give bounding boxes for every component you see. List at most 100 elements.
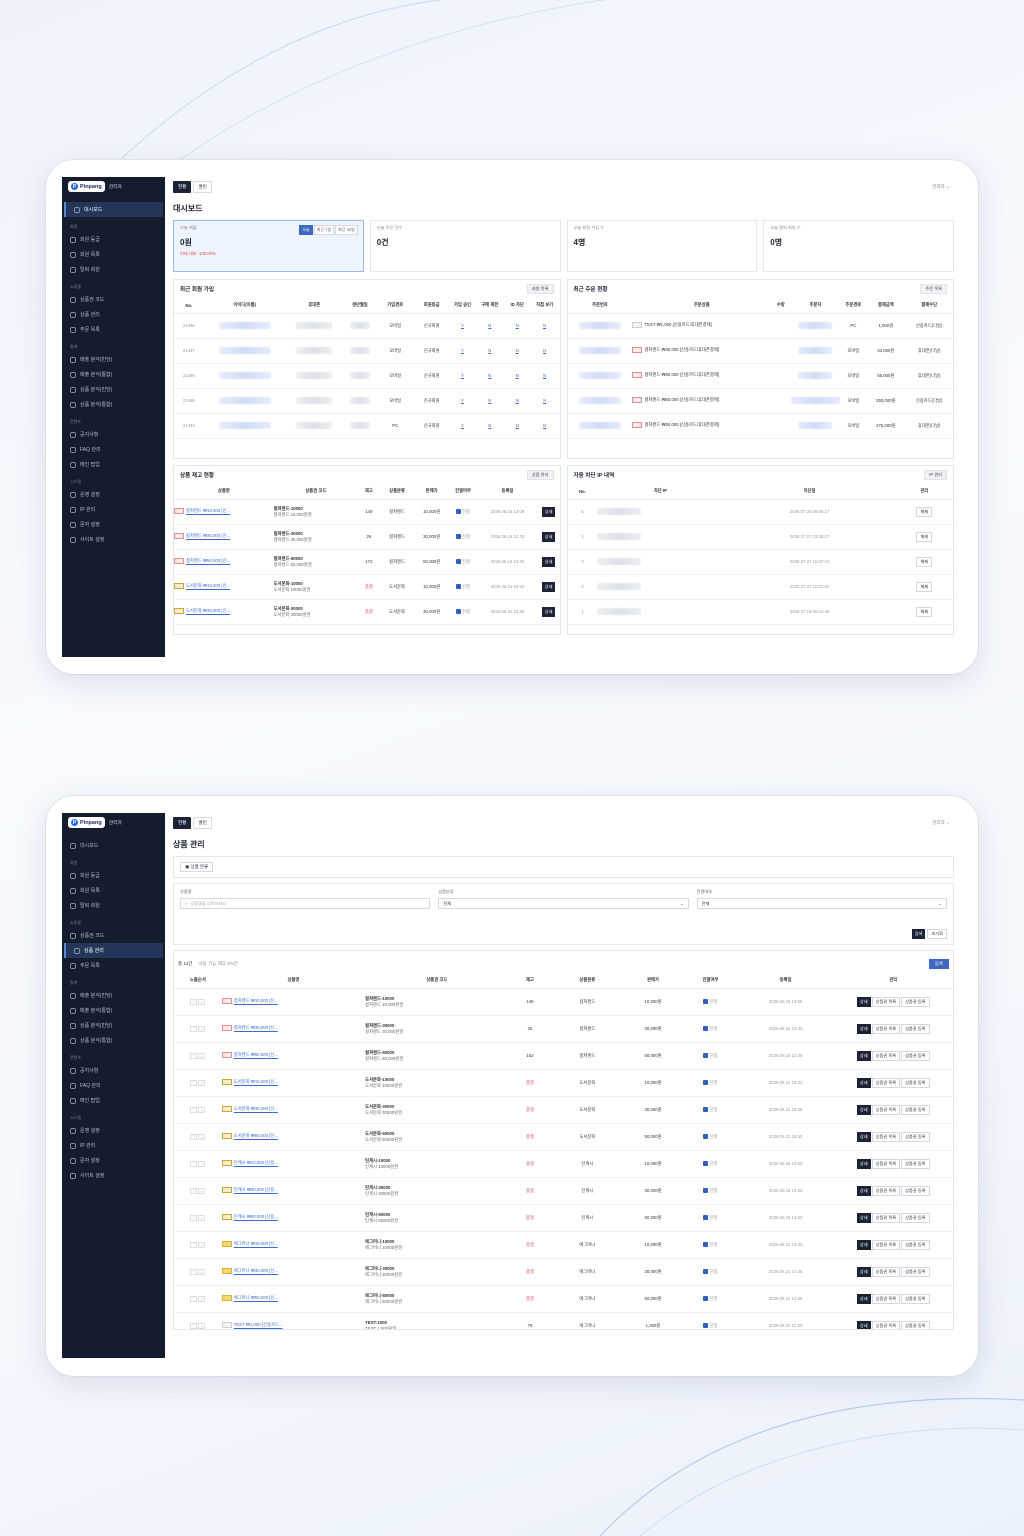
sidebar-item[interactable]: 운영 설정: [62, 487, 165, 502]
member-flag-link[interactable]: N: [475, 388, 505, 414]
sidebar-item[interactable]: FAQ 관리: [62, 442, 165, 457]
table-row[interactable]: 21494 PC 신규회원 Y N N N: [174, 413, 560, 439]
move-down-button[interactable]: ⌄: [198, 1025, 206, 1032]
unblock-button[interactable]: 해제: [916, 556, 933, 567]
checkbox-icon[interactable]: [703, 1052, 709, 1058]
product-link[interactable]: TEST ₩1,000 [신용카드...: [234, 1323, 283, 1328]
move-down-button[interactable]: ⌄: [198, 1322, 206, 1329]
move-down-button[interactable]: ⌄: [198, 1268, 206, 1275]
checkbox-icon[interactable]: [703, 1106, 709, 1112]
voucher-register-button[interactable]: 상품권 등록: [901, 1131, 930, 1142]
move-up-button[interactable]: ⌃: [190, 1025, 198, 1032]
move-down-button[interactable]: ⌄: [198, 1187, 206, 1194]
display-select[interactable]: 전체 ⌄: [696, 898, 947, 909]
detail-button[interactable]: 상세: [856, 1185, 871, 1196]
voucher-list-button[interactable]: 상품권 목록: [871, 1104, 901, 1115]
product-link[interactable]: 컬쳐랜드 ₩30,000 [신...: [186, 534, 230, 539]
voucher-list-button[interactable]: 상품권 목록: [871, 1185, 901, 1196]
tab-status[interactable]: 현황: [173, 181, 192, 193]
table-row[interactable]: 컬쳐랜드 ₩10,000 [신... 컬쳐랜드-10000 컬쳐랜드 10,000원…: [174, 499, 560, 525]
checkbox-icon[interactable]: [703, 1025, 709, 1031]
sidebar-item[interactable]: 회원 목록: [62, 883, 165, 898]
sidebar-item[interactable]: 매출 분석(통합): [62, 1003, 165, 1018]
product-manage-button[interactable]: 상품 관리: [526, 470, 554, 480]
move-up-button[interactable]: ⌃: [190, 1268, 198, 1275]
table-row[interactable]: 컬쳐랜드 ₩30,000 [신... 컬쳐랜드-30000 컬쳐랜드 30,000원…: [174, 524, 560, 550]
move-up-button[interactable]: ⌃: [190, 1133, 198, 1140]
voucher-list-button[interactable]: 상품권 목록: [871, 1293, 901, 1304]
detail-button[interactable]: 상세: [856, 1293, 871, 1304]
checkbox-icon[interactable]: [456, 533, 462, 539]
checkbox-icon[interactable]: [703, 1268, 709, 1274]
member-flag-link[interactable]: N: [529, 388, 560, 414]
sidebar-item[interactable]: 회원 등급: [62, 868, 165, 883]
sidebar-item[interactable]: 매출 분석(빈당): [62, 352, 165, 367]
product-link[interactable]: 틴캐시 ₩10,000 [신용...: [234, 1161, 278, 1166]
sidebar-item[interactable]: 문자 설정: [62, 1153, 165, 1168]
detail-button[interactable]: 상세: [856, 1239, 871, 1250]
table-row[interactable]: 1 2026.07.18 06:31:45 해제: [567, 599, 953, 625]
product-link[interactable]: 도서문화 ₩30,000 [신...: [234, 1107, 278, 1112]
product-link[interactable]: 에그머니 ₩10,000 [신...: [234, 1242, 278, 1247]
product-link[interactable]: 에그머니 ₩50,000 [신...: [234, 1296, 278, 1301]
sidebar-item[interactable]: 상품권 코드: [62, 292, 165, 307]
user-menu[interactable]: 관리자 ⌄: [932, 820, 950, 826]
table-row[interactable]: ⌃ ⌄ 에그머니 ₩10,000 [신... 에그머니-10000 에그머니 10000…: [174, 1231, 953, 1259]
table-row[interactable]: 21498 모바일 신규회원 Y N N N: [174, 313, 560, 339]
range-7d-button[interactable]: 최근 7일: [313, 225, 335, 235]
checkbox-icon[interactable]: [456, 558, 462, 564]
table-row[interactable]: TEST ₩1,000 [신용카드/휴대폰결제] PC 1,000원 신용카드(다날): [567, 313, 953, 339]
table-row[interactable]: 도서문화 ₩10,000 [신... 도서문화-10000 도서문화 10000원권…: [174, 574, 560, 600]
logo[interactable]: P Pinpang 관리자: [62, 177, 165, 196]
checkbox-icon[interactable]: [456, 583, 462, 589]
unblock-button[interactable]: 해제: [916, 606, 933, 617]
move-up-button[interactable]: ⌃: [190, 1214, 198, 1221]
unblock-button[interactable]: 해제: [916, 581, 933, 592]
voucher-list-button[interactable]: 상품권 목록: [871, 1131, 901, 1142]
detail-button[interactable]: 상세: [856, 1077, 871, 1088]
sidebar-item[interactable]: IP 관리: [62, 1138, 165, 1153]
checkbox-icon[interactable]: [456, 508, 462, 514]
voucher-list-button[interactable]: 상품권 목록: [871, 1266, 901, 1277]
sidebar-item[interactable]: 상품권 코드: [62, 928, 165, 943]
user-menu[interactable]: 관리자 ⌄: [932, 184, 950, 190]
sidebar-item[interactable]: 주문 목록: [62, 322, 165, 337]
move-up-button[interactable]: ⌃: [190, 1187, 198, 1194]
detail-button[interactable]: 상세: [856, 1104, 871, 1115]
move-down-button[interactable]: ⌄: [198, 1106, 206, 1113]
voucher-list-button[interactable]: 상품권 목록: [871, 1023, 901, 1034]
detail-button[interactable]: 상세: [856, 1320, 871, 1329]
member-flag-link[interactable]: N: [504, 313, 530, 339]
sidebar-item[interactable]: 상품 분석(통합): [62, 1033, 165, 1048]
checkbox-icon[interactable]: [703, 1241, 709, 1247]
product-link[interactable]: 틴캐시 ₩30,000 [신용...: [234, 1188, 278, 1193]
checkbox-icon[interactable]: [703, 1322, 709, 1328]
member-flag-link[interactable]: N: [475, 338, 505, 364]
product-link[interactable]: 컬쳐랜드 ₩50,000 [신...: [234, 1053, 278, 1058]
sidebar-item[interactable]: 공지사항: [62, 1063, 165, 1078]
product-link[interactable]: 컬쳐랜드 ₩50,000 [신...: [186, 559, 230, 564]
move-down-button[interactable]: ⌄: [198, 1079, 206, 1086]
table-row[interactable]: ⌃ ⌄ 컬쳐랜드 ₩50,000 [신... 컬쳐랜드-50000 컬쳐랜드 50,00…: [174, 1042, 953, 1070]
product-link[interactable]: 컬쳐랜드 ₩30,000 [신...: [234, 1026, 278, 1031]
detail-button[interactable]: 상세: [856, 1158, 871, 1169]
tab-status[interactable]: 현황: [173, 817, 192, 829]
category-button[interactable]: ▣ 상품 분류: [180, 862, 214, 872]
checkbox-icon[interactable]: [703, 1214, 709, 1220]
voucher-list-button[interactable]: 상품권 목록: [871, 1077, 901, 1088]
product-link[interactable]: 틴캐시 ₩50,000 [신용...: [234, 1215, 278, 1220]
product-link[interactable]: 도서문화 ₩10,000 [신...: [234, 1080, 278, 1085]
detail-button[interactable]: 상세: [541, 581, 556, 592]
move-up-button[interactable]: ⌃: [190, 1295, 198, 1302]
table-row[interactable]: 컬쳐랜드 ₩50,000 [신... 컬쳐랜드-50000 컬쳐랜드 50,000원…: [174, 549, 560, 575]
checkbox-icon[interactable]: [456, 608, 462, 614]
member-flag-link[interactable]: N: [475, 363, 505, 389]
sidebar-item[interactable]: 회원 목록: [62, 247, 165, 262]
move-down-button[interactable]: ⌄: [198, 1160, 206, 1167]
table-row[interactable]: 21495 모바일 신규회원 Y N N N: [174, 388, 560, 414]
move-down-button[interactable]: ⌄: [198, 1052, 206, 1059]
member-flag-link[interactable]: N: [529, 313, 560, 339]
sidebar-item[interactable]: 상품 분석(빈당): [62, 382, 165, 397]
move-down-button[interactable]: ⌄: [198, 1295, 206, 1302]
product-link[interactable]: 도서문화 ₩10,000 [신...: [186, 584, 230, 589]
